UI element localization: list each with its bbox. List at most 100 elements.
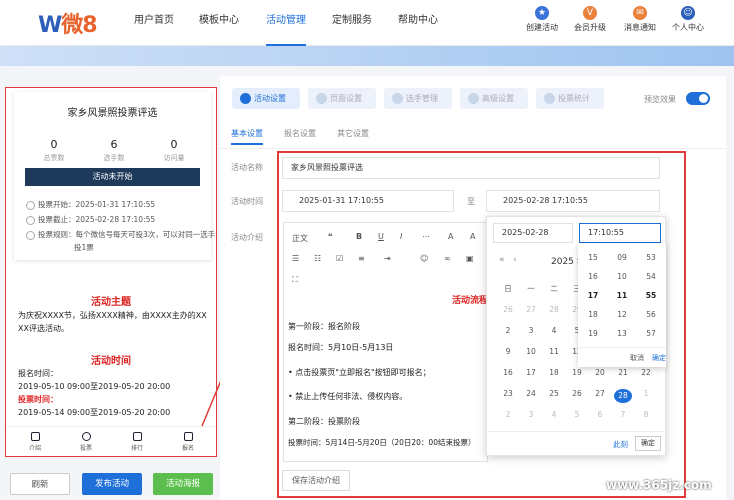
- calendar-day[interactable]: 25: [545, 389, 563, 398]
- logo[interactable]: W微8: [38, 7, 98, 39]
- menu-templates[interactable]: 模板中心: [199, 0, 239, 46]
- calendar-day[interactable]: 27: [522, 305, 540, 314]
- calendar-day[interactable]: 6: [591, 410, 609, 419]
- save-intro-button[interactable]: 保存活动介绍: [282, 470, 350, 491]
- calendar-day[interactable]: 5: [568, 410, 586, 419]
- menu-help[interactable]: 帮助中心: [398, 0, 438, 46]
- picker-date-input[interactable]: 2025-02-28: [493, 223, 573, 243]
- calendar-day[interactable]: 10: [522, 347, 540, 356]
- tab-intro[interactable]: 介绍: [20, 432, 50, 452]
- calendar-day[interactable]: 11: [545, 347, 563, 356]
- calendar-day[interactable]: 20: [591, 368, 609, 377]
- prev-month-icon[interactable]: ‹: [513, 255, 517, 265]
- time-ok-button[interactable]: 确定: [652, 353, 666, 363]
- time-option[interactable]: 17: [580, 291, 606, 300]
- start-time-input[interactable]: 2025-01-31 17:10:55: [282, 190, 454, 212]
- step-activity-settings[interactable]: 活动设置: [232, 88, 300, 109]
- quote-icon[interactable]: ❝: [328, 232, 333, 241]
- calendar-day[interactable]: 26: [499, 305, 517, 314]
- time-option[interactable]: 11: [609, 291, 635, 300]
- calendar-day[interactable]: 4: [545, 410, 563, 419]
- calendar-day[interactable]: 21: [614, 368, 632, 377]
- time-cancel-button[interactable]: 取消: [630, 353, 644, 363]
- picker-ok-button[interactable]: 确定: [635, 436, 661, 451]
- calendar-day[interactable]: 18: [545, 368, 563, 377]
- step-page-settings[interactable]: 页面设置: [308, 88, 376, 109]
- heading-select[interactable]: 正文: [292, 233, 308, 244]
- emoji-icon[interactable]: ☺: [420, 254, 428, 263]
- tab-rank[interactable]: 排行: [122, 432, 152, 452]
- end-time-input[interactable]: 2025-02-28 17:10:55: [486, 190, 660, 212]
- calendar-day[interactable]: 4: [545, 326, 563, 335]
- ordered-list-icon[interactable]: ☷: [314, 254, 321, 263]
- calendar-day[interactable]: 16: [499, 368, 517, 377]
- menu-activity[interactable]: 活动管理: [266, 0, 306, 46]
- link-icon[interactable]: ∞: [444, 254, 451, 263]
- checkbox-icon[interactable]: ☑: [336, 254, 343, 263]
- time-option[interactable]: 54: [638, 272, 664, 281]
- status-button[interactable]: 活动未开始: [25, 168, 200, 186]
- calendar-day[interactable]: 3: [522, 410, 540, 419]
- calendar-day[interactable]: 8: [637, 410, 655, 419]
- prev-year-icon[interactable]: «: [499, 255, 505, 265]
- time-option[interactable]: 55: [638, 291, 664, 300]
- subtab-basic[interactable]: 基本设置: [231, 128, 263, 145]
- calendar-day[interactable]: 7: [614, 410, 632, 419]
- time-option[interactable]: 53: [638, 253, 664, 262]
- calendar-day[interactable]: 28: [614, 389, 632, 403]
- publish-button[interactable]: 发布活动: [82, 473, 142, 495]
- fullscreen-icon[interactable]: ⛶: [292, 275, 298, 285]
- time-option[interactable]: 57: [638, 329, 664, 338]
- time-option[interactable]: 12: [609, 310, 635, 319]
- underline-icon[interactable]: U: [378, 232, 384, 241]
- menu-home[interactable]: 用户首页: [134, 0, 174, 46]
- indent-icon[interactable]: ⇥: [384, 254, 391, 263]
- user-center[interactable]: ☺ 个人中心: [658, 6, 718, 33]
- align-icon[interactable]: ≡: [358, 254, 365, 263]
- time-option[interactable]: 56: [638, 310, 664, 319]
- subtab-other[interactable]: 其它设置: [337, 128, 369, 139]
- menu-custom[interactable]: 定制服务: [332, 0, 372, 46]
- italic-icon[interactable]: I: [400, 232, 402, 241]
- subtab-signup[interactable]: 报名设置: [284, 128, 316, 139]
- calendar-day[interactable]: 19: [568, 368, 586, 377]
- calendar-day[interactable]: 1: [637, 389, 655, 398]
- activity-name-input[interactable]: 家乡风景照投票评选: [282, 157, 660, 179]
- calendar-day[interactable]: 27: [591, 389, 609, 398]
- time-option[interactable]: 18: [580, 310, 606, 319]
- more-icon[interactable]: ⋯: [422, 232, 430, 241]
- phone-tabbar: 介绍 投票 排行 报名: [6, 426, 216, 456]
- image-icon[interactable]: ▣: [466, 254, 474, 263]
- bold-icon[interactable]: B: [356, 232, 362, 241]
- highlight-icon[interactable]: A: [470, 232, 475, 241]
- tab-vote[interactable]: 投票: [71, 432, 101, 452]
- calendar-day[interactable]: 23: [499, 389, 517, 398]
- refresh-button[interactable]: 刷新: [10, 473, 70, 495]
- tab-signup[interactable]: 报名: [173, 432, 203, 452]
- calendar-day[interactable]: 26: [568, 389, 586, 398]
- step-advanced[interactable]: 高级设置: [460, 88, 528, 109]
- calendar-day[interactable]: 2: [499, 410, 517, 419]
- step-statistics[interactable]: 投票统计: [536, 88, 604, 109]
- time-option[interactable]: 09: [609, 253, 635, 262]
- time-option[interactable]: 16: [580, 272, 606, 281]
- font-color-icon[interactable]: A: [448, 232, 453, 241]
- calendar-day[interactable]: 28: [545, 305, 563, 314]
- list-icon[interactable]: ☰: [292, 254, 299, 263]
- preview-toggle[interactable]: [686, 92, 710, 105]
- calendar-day[interactable]: 9: [499, 347, 517, 356]
- poster-button[interactable]: 活动海报: [153, 473, 213, 495]
- time-option[interactable]: 15: [580, 253, 606, 262]
- now-button[interactable]: 此刻: [613, 439, 628, 450]
- calendar-day[interactable]: 3: [522, 326, 540, 335]
- step-contestants[interactable]: 选手管理: [384, 88, 452, 109]
- time-option[interactable]: 13: [609, 329, 635, 338]
- time-option[interactable]: 10: [609, 272, 635, 281]
- time-option[interactable]: 19: [580, 329, 606, 338]
- intro-icon: [30, 432, 40, 441]
- picker-time-input[interactable]: 17:10:55: [579, 223, 661, 243]
- calendar-day[interactable]: 24: [522, 389, 540, 398]
- calendar-day[interactable]: 2: [499, 326, 517, 335]
- calendar-day[interactable]: 22: [637, 368, 655, 377]
- calendar-day[interactable]: 17: [522, 368, 540, 377]
